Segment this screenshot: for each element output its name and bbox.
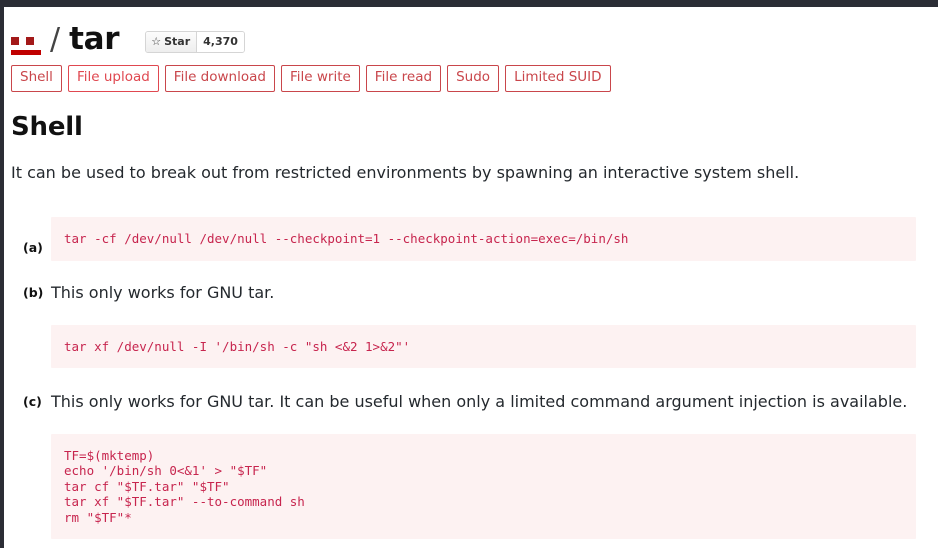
logo-mouth-bar [11, 49, 41, 55]
tag-sudo[interactable]: Sudo [447, 65, 500, 92]
logo-eye-right [26, 36, 34, 45]
section-description: It can be used to break out from restric… [11, 162, 800, 182]
example-marker-a: (a) [23, 239, 43, 255]
examples-list: (a) tar -cf /dev/null /dev/null --checkp… [4, 199, 938, 539]
tag-file-read[interactable]: File read [365, 65, 442, 92]
example-b-note-row: (b) This only works for GNU tar. [4, 283, 938, 303]
function-tag-list: Shell File upload File download File wri… [4, 53, 938, 92]
star-count[interactable]: 4,370 [197, 31, 244, 52]
logo-eye-left [11, 36, 19, 45]
star-outline-icon: ☆ [151, 35, 162, 48]
section-heading-shell: Shell [11, 111, 83, 142]
page-content: / tar ☆ Star 4,370 Shell File upload Fil… [4, 7, 938, 548]
star-button[interactable]: ☆ Star [146, 31, 198, 52]
example-marker-c: (c) [23, 394, 42, 410]
example-b-code-row: tar xf /dev/null -I '/bin/sh -c "sh <&2 … [4, 324, 938, 369]
page-title: tar [69, 21, 120, 57]
code-block-c[interactable]: TF=$(mktemp) echo '/bin/sh 0<&1' > "$TF"… [51, 434, 916, 539]
example-c-code-row: TF=$(mktemp) echo '/bin/sh 0<&1' > "$TF"… [4, 434, 938, 539]
example-note-b: This only works for GNU tar. [51, 282, 275, 302]
gtfobins-face-icon[interactable] [11, 27, 41, 55]
tag-file-upload[interactable]: File upload [67, 65, 159, 92]
star-widget[interactable]: ☆ Star 4,370 [145, 30, 245, 53]
page-header: / tar ☆ Star 4,370 [4, 7, 938, 57]
tag-shell[interactable]: Shell [11, 65, 62, 92]
breadcrumb-separator: / [50, 21, 61, 57]
code-block-a[interactable]: tar -cf /dev/null /dev/null --checkpoint… [51, 217, 916, 261]
example-a: (a) tar -cf /dev/null /dev/null --checkp… [4, 217, 938, 261]
tag-file-download[interactable]: File download [164, 65, 275, 92]
example-c-note-row: (c) This only works for GNU tar. It can … [4, 392, 938, 412]
example-note-c: This only works for GNU tar. It can be u… [51, 392, 908, 412]
code-block-b[interactable]: tar xf /dev/null -I '/bin/sh -c "sh <&2 … [51, 324, 916, 369]
tag-limited-suid[interactable]: Limited SUID [505, 65, 611, 92]
tag-file-write[interactable]: File write [280, 65, 360, 92]
window-chrome-top-bar [0, 0, 938, 7]
star-button-label: Star [164, 35, 191, 48]
example-marker-b: (b) [23, 284, 44, 300]
